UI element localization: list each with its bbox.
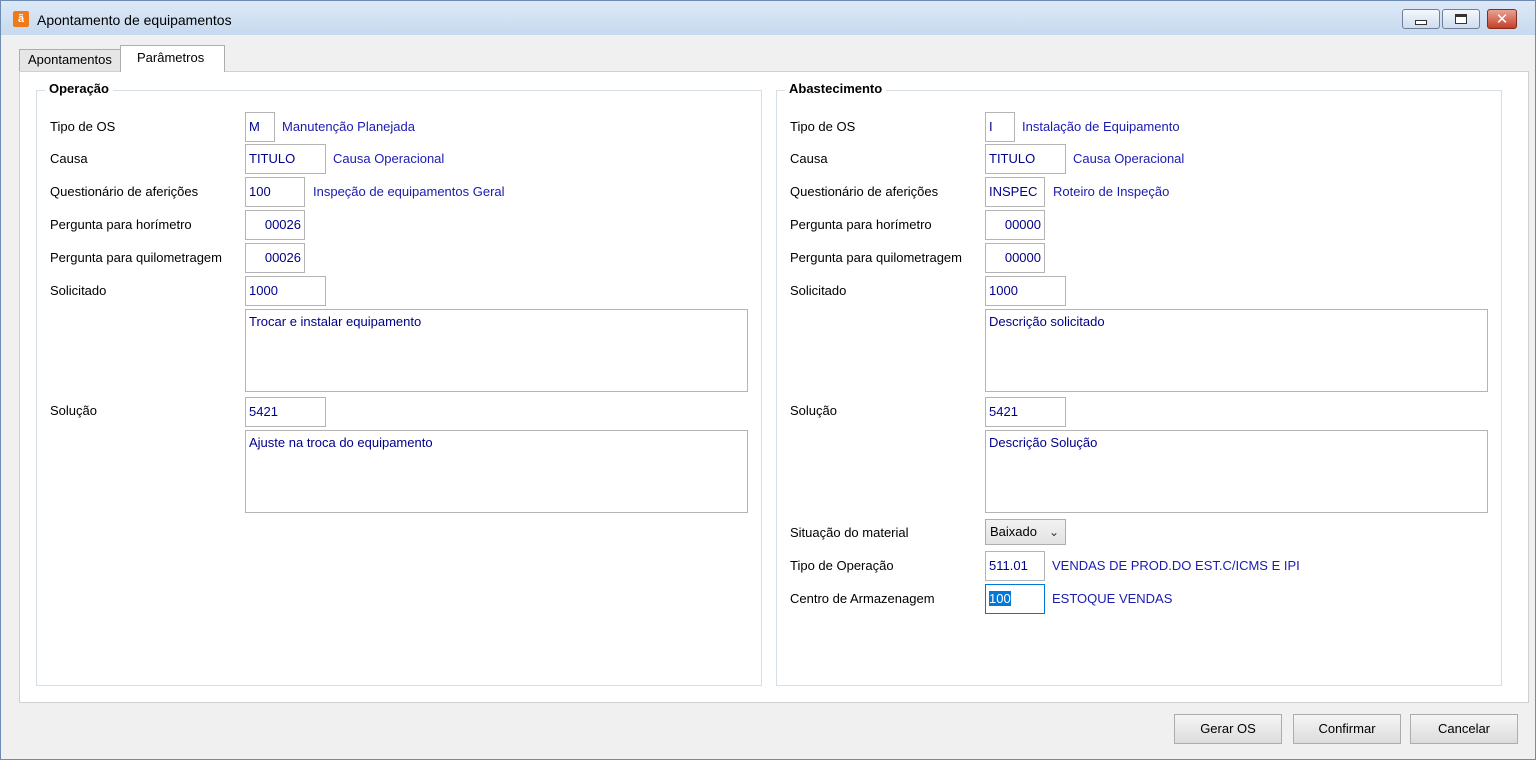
op-horimetro-label: Pergunta para horímetro — [50, 217, 192, 232]
chevron-down-icon: ⌄ — [1048, 525, 1059, 539]
op-causa-desc: Causa Operacional — [333, 151, 445, 166]
ab-situacao-label: Situação do material — [790, 525, 909, 540]
ab-centro-desc: ESTOQUE VENDAS — [1052, 591, 1173, 606]
op-quilometragem-label: Pergunta para quilometragem — [50, 250, 222, 265]
ab-questionario-label: Questionário de aferições — [790, 184, 939, 199]
main-window: ã Apontamento de equipamentos ✕ Apontame… — [0, 0, 1536, 760]
ab-quilometragem-label: Pergunta para quilometragem — [790, 250, 962, 265]
op-solucao-input[interactable]: 5421 — [245, 397, 326, 427]
app-logo-icon: ã — [13, 11, 29, 27]
op-causa-input[interactable]: TITULO — [245, 144, 326, 174]
abastecimento-group: Abastecimento Tipo de OS I Instalação de… — [776, 81, 1502, 686]
ab-horimetro-input[interactable]: 00000 — [985, 210, 1045, 240]
close-button[interactable]: ✕ — [1487, 9, 1517, 29]
ab-situacao-value: Baixado — [990, 524, 1037, 539]
op-solucao-label: Solução — [50, 403, 97, 418]
title-bar: ã Apontamento de equipamentos ✕ — [1, 1, 1535, 35]
ab-tipo-os-input[interactable]: I — [985, 112, 1015, 142]
minimize-button[interactable] — [1402, 9, 1440, 29]
ab-centro-label: Centro de Armazenagem — [790, 591, 935, 606]
maximize-icon — [1455, 14, 1467, 24]
tab-parametros[interactable]: Parâmetros — [120, 45, 225, 72]
ab-tipo-os-desc: Instalação de Equipamento — [1022, 119, 1180, 134]
ab-tipo-operacao-input[interactable]: 511.01 — [985, 551, 1045, 581]
ab-tipo-os-label: Tipo de OS — [790, 119, 856, 134]
ab-tipo-operacao-label: Tipo de Operação — [790, 558, 894, 573]
operacao-group: Operação Tipo de OS M Manutenção Planeja… — [36, 81, 762, 686]
op-horimetro-input[interactable]: 00026 — [245, 210, 305, 240]
ab-questionario-input[interactable]: INSPEC — [985, 177, 1045, 207]
op-solicitado-label: Solicitado — [50, 283, 107, 298]
op-tipo-os-input[interactable]: M — [245, 112, 275, 142]
minimize-icon — [1415, 19, 1427, 25]
ab-situacao-select[interactable]: Baixado ⌄ — [985, 519, 1066, 545]
ab-horimetro-label: Pergunta para horímetro — [790, 217, 932, 232]
ab-solicitado-label: Solicitado — [790, 283, 847, 298]
ab-solucao-label: Solução — [790, 403, 837, 418]
ab-solicitado-input[interactable]: 1000 — [985, 276, 1066, 306]
op-tipo-os-label: Tipo de OS — [50, 119, 116, 134]
ab-centro-value: 100 — [989, 591, 1011, 606]
op-quilometragem-input[interactable]: 00026 — [245, 243, 305, 273]
op-solicitado-input[interactable]: 1000 — [245, 276, 326, 306]
operacao-title: Operação — [45, 81, 113, 96]
tab-apontamentos[interactable]: Apontamentos — [19, 49, 121, 71]
op-solucao-textarea[interactable]: Ajuste na troca do equipamento — [245, 430, 748, 513]
ab-solucao-textarea[interactable]: Descrição Solução — [985, 430, 1488, 513]
ab-tipo-operacao-desc: VENDAS DE PROD.DO EST.C/ICMS E IPI — [1052, 558, 1300, 573]
ab-quilometragem-input[interactable]: 00000 — [985, 243, 1045, 273]
ab-solicitado-textarea[interactable]: Descrição solicitado — [985, 309, 1488, 392]
gerar-os-button[interactable]: Gerar OS — [1174, 714, 1282, 744]
op-questionario-label: Questionário de aferições — [50, 184, 199, 199]
parametros-panel: Operação Tipo de OS M Manutenção Planeja… — [19, 71, 1529, 703]
op-questionario-desc: Inspeção de equipamentos Geral — [313, 184, 505, 199]
op-solicitado-textarea[interactable]: Trocar e instalar equipamento — [245, 309, 748, 392]
client-area: Apontamentos Parâmetros Operação Tipo de… — [9, 35, 1529, 759]
close-icon: ✕ — [1495, 10, 1509, 28]
ab-centro-input[interactable]: 100 — [985, 584, 1045, 614]
abastecimento-title: Abastecimento — [785, 81, 887, 96]
ab-causa-desc: Causa Operacional — [1073, 151, 1185, 166]
op-causa-label: Causa — [50, 151, 88, 166]
cancelar-button[interactable]: Cancelar — [1410, 714, 1518, 744]
ab-causa-input[interactable]: TITULO — [985, 144, 1066, 174]
op-questionario-input[interactable]: 100 — [245, 177, 305, 207]
confirmar-button[interactable]: Confirmar — [1293, 714, 1401, 744]
ab-causa-label: Causa — [790, 151, 828, 166]
window-title: Apontamento de equipamentos — [37, 12, 232, 28]
op-tipo-os-desc: Manutenção Planejada — [282, 119, 415, 134]
maximize-button[interactable] — [1442, 9, 1480, 29]
ab-questionario-desc: Roteiro de Inspeção — [1053, 184, 1170, 199]
ab-solucao-input[interactable]: 5421 — [985, 397, 1066, 427]
